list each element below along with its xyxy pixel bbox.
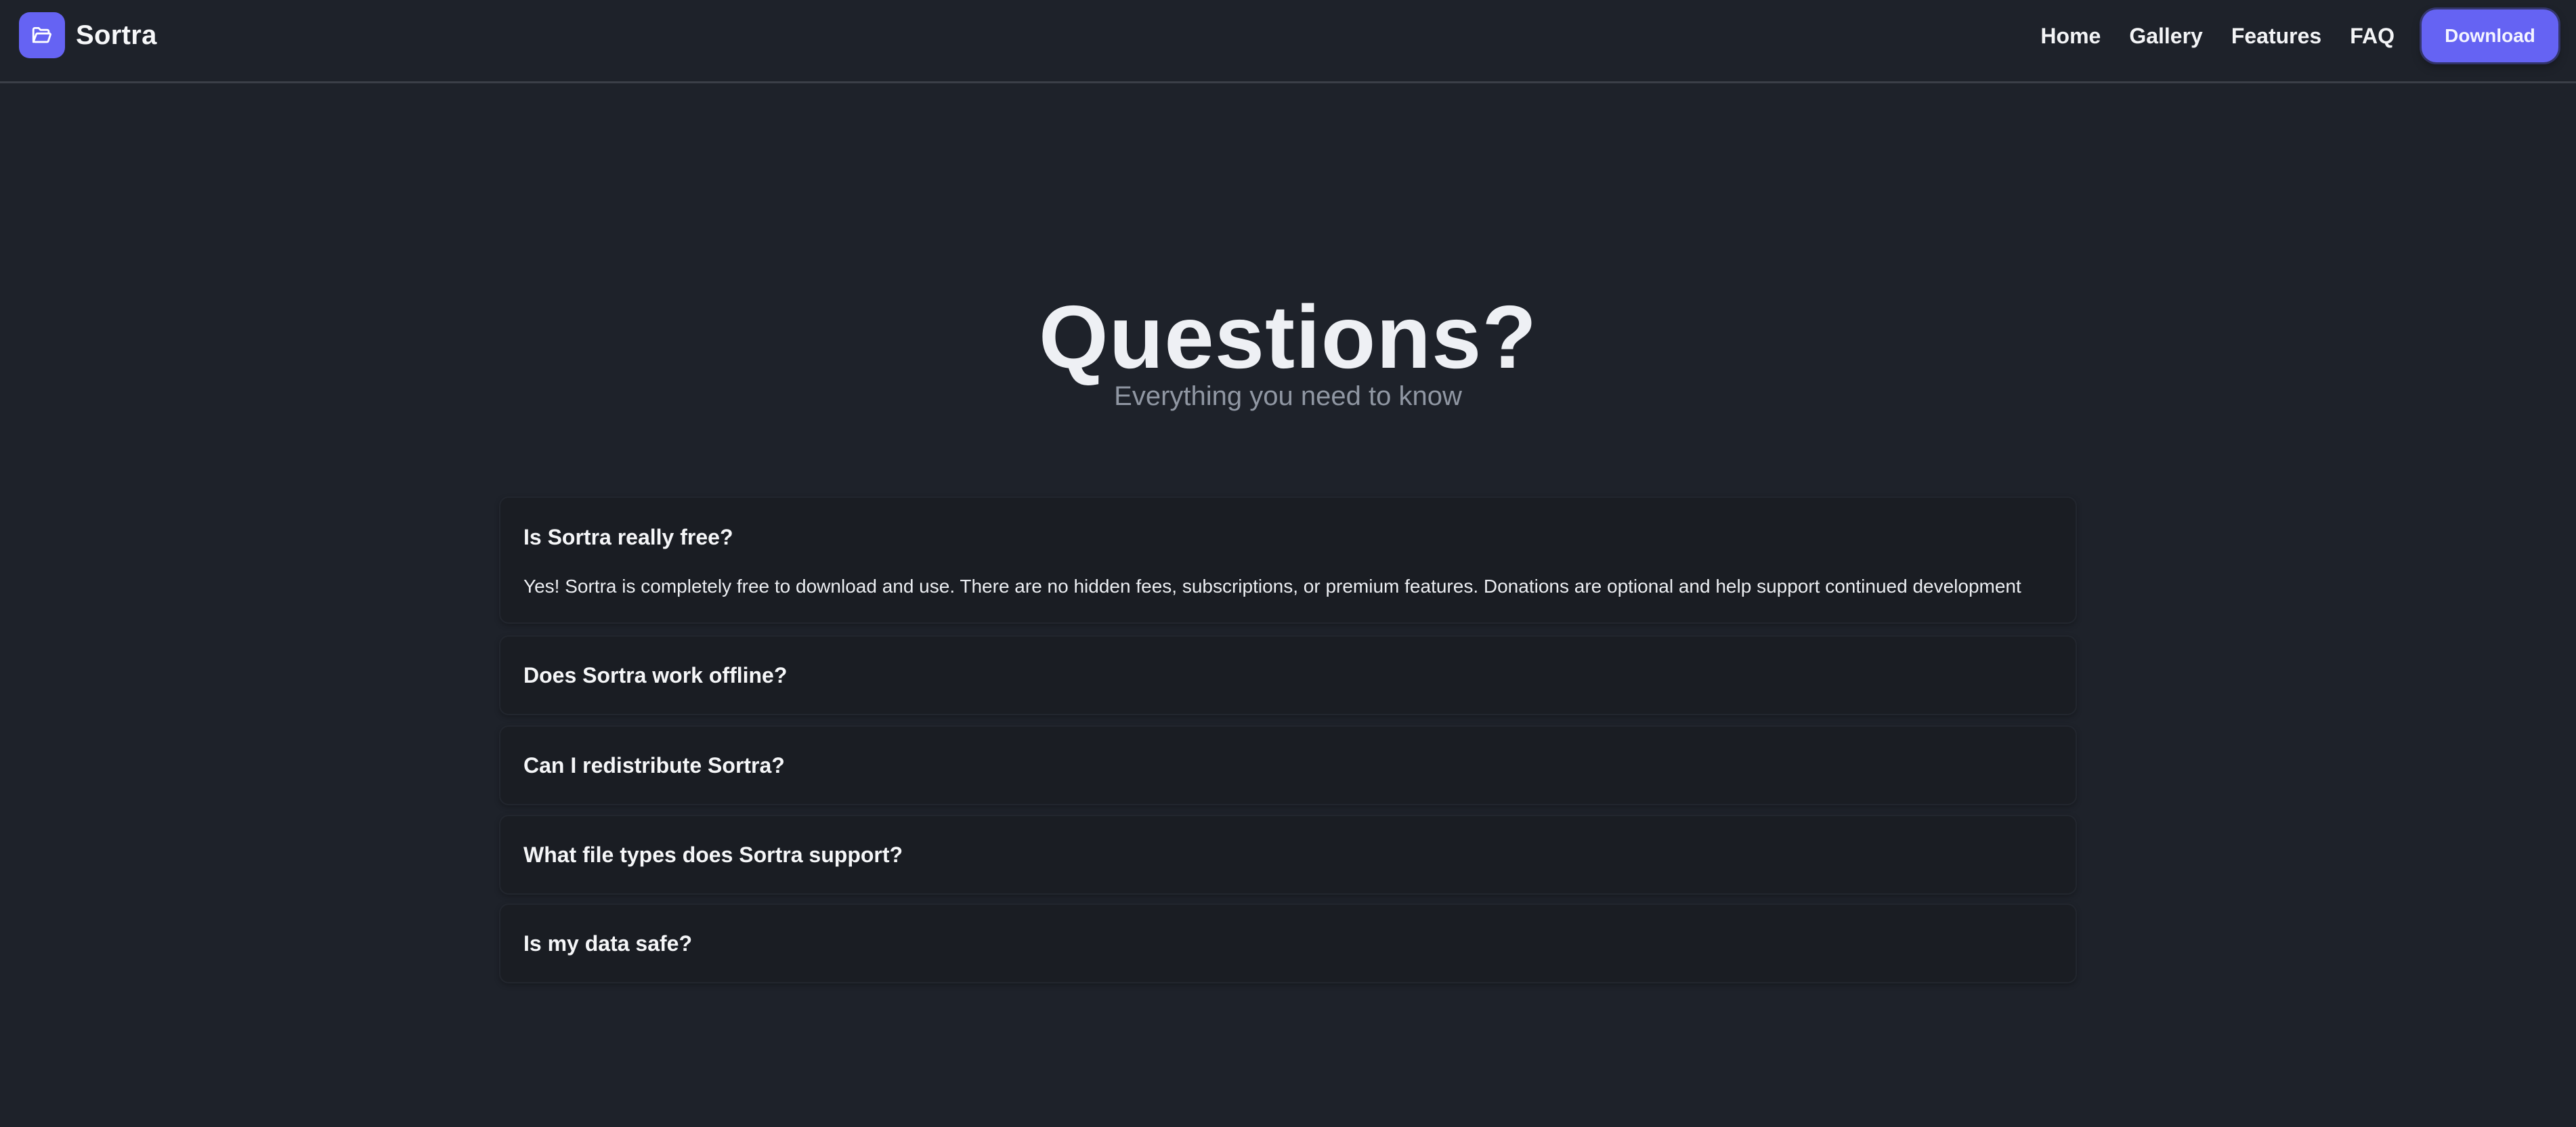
faq-item[interactable]: What file types does Sortra support?: [499, 815, 2077, 895]
faq-item[interactable]: Is my data safe?: [499, 903, 2077, 983]
page-subtitle: Everything you need to know: [1114, 381, 1462, 411]
nav-link-home[interactable]: Home: [2040, 24, 2101, 49]
nav-link-gallery[interactable]: Gallery: [2129, 24, 2203, 49]
faq-item[interactable]: Can I redistribute Sortra?: [499, 725, 2077, 805]
faq-question[interactable]: What file types does Sortra support?: [523, 843, 903, 868]
nav-link-faq[interactable]: FAQ: [2350, 24, 2395, 49]
faq-question[interactable]: Is my data safe?: [523, 931, 692, 956]
faq-item-expanded[interactable]: Is Sortra really free? Yes! Sortra is co…: [499, 496, 2077, 624]
brand-link[interactable]: Sortra: [19, 12, 157, 58]
faq-item[interactable]: Does Sortra work offline?: [499, 635, 2077, 715]
top-navbar: Sortra Home Gallery Features FAQ Downloa…: [0, 0, 2576, 83]
main-nav: Home Gallery Features FAQ Download: [2040, 9, 2558, 62]
faq-question[interactable]: Does Sortra work offline?: [523, 663, 787, 688]
faq-question[interactable]: Can I redistribute Sortra?: [523, 753, 785, 778]
nav-link-features[interactable]: Features: [2231, 24, 2321, 49]
faq-question[interactable]: Is Sortra really free?: [523, 525, 2053, 550]
download-button[interactable]: Download: [2422, 9, 2558, 62]
brand-name: Sortra: [76, 20, 157, 50]
page-title: Questions?: [1038, 287, 1538, 387]
faq-answer: Yes! Sortra is completely free to downlo…: [523, 576, 2021, 597]
folder-icon: [19, 12, 65, 58]
